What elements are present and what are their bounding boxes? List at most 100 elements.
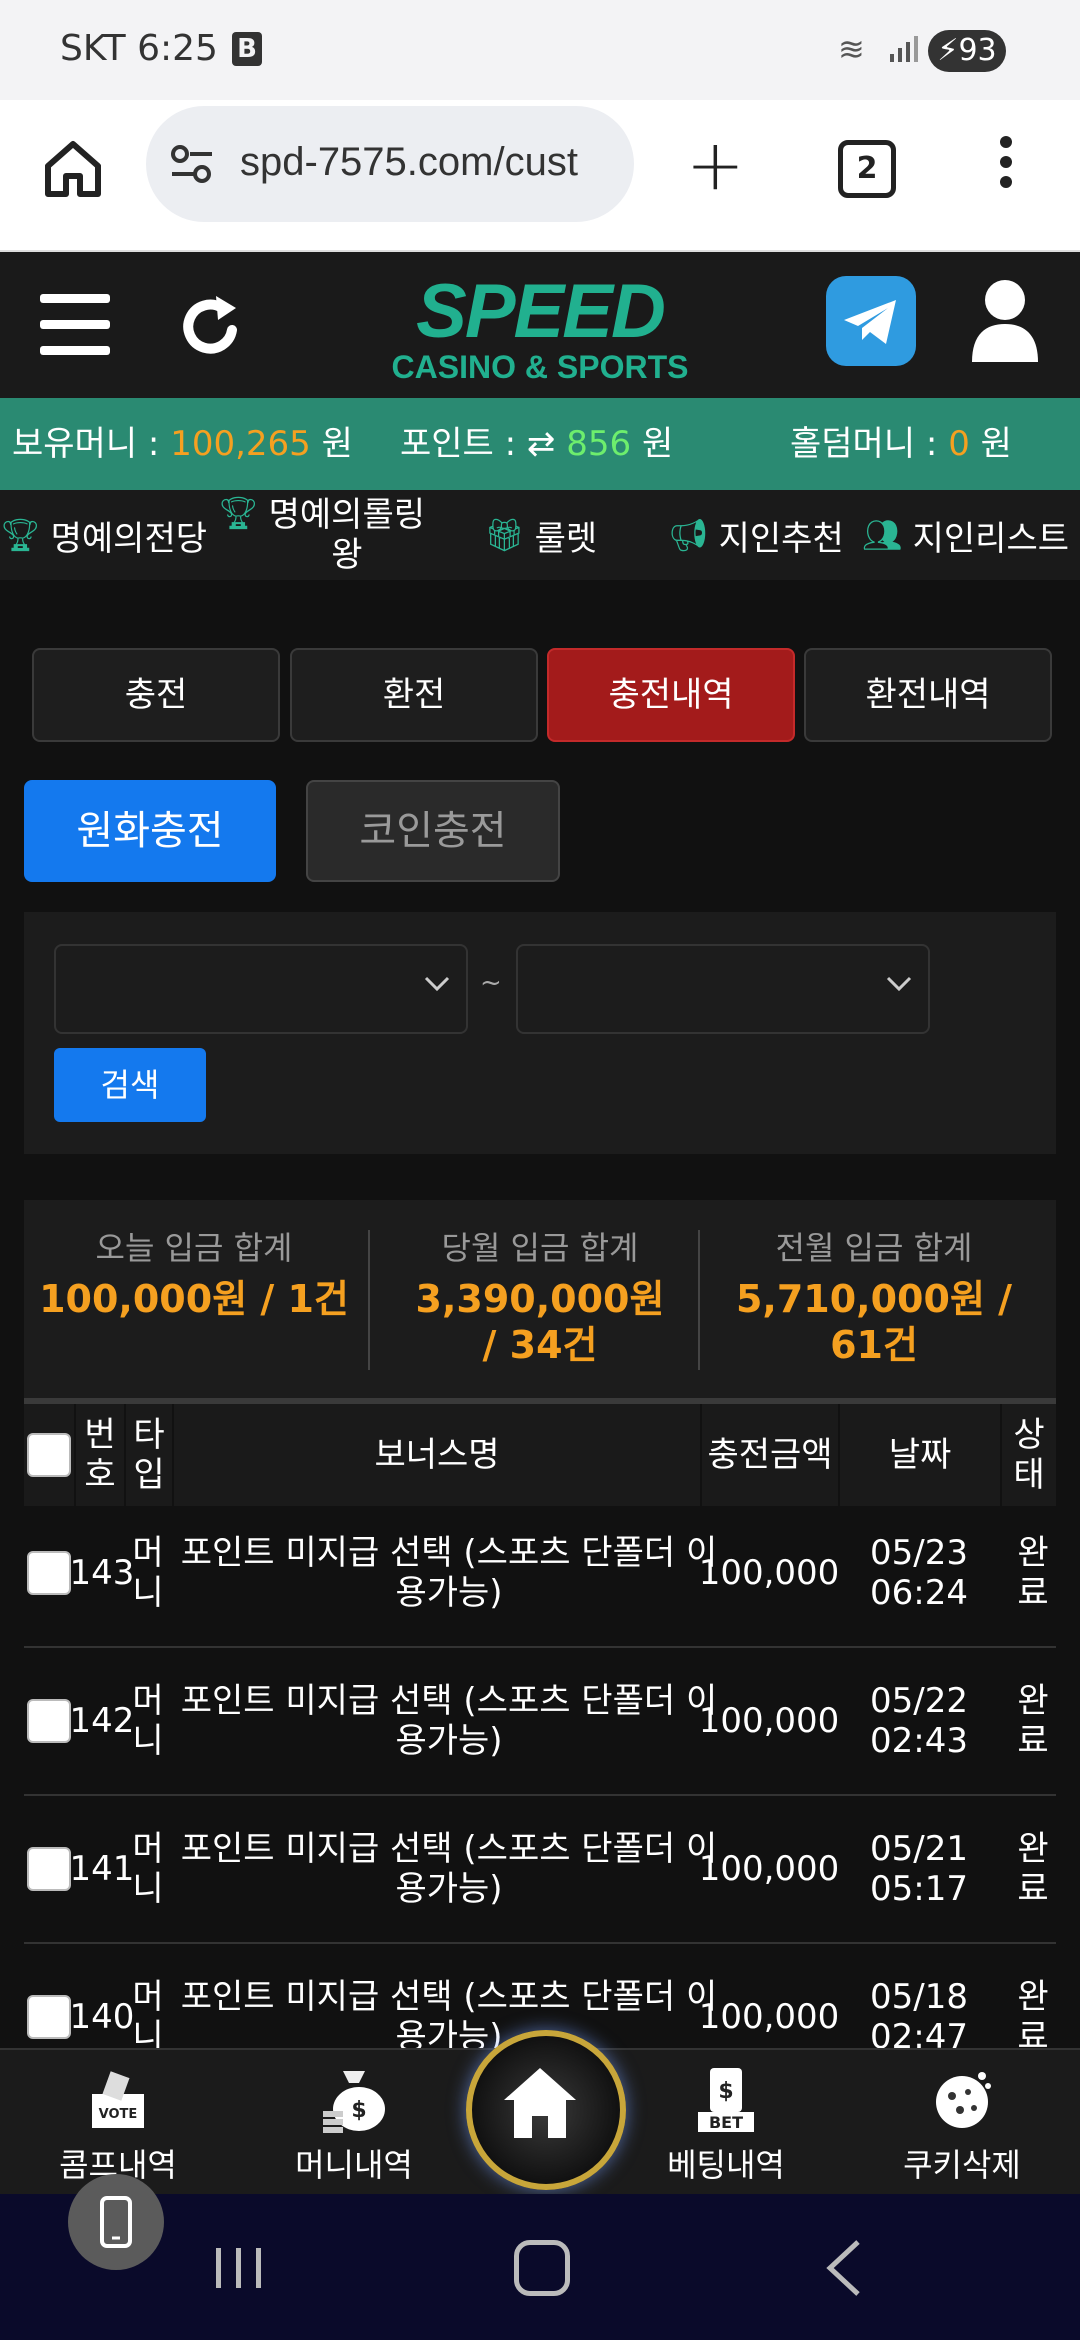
row-amount: 100,000	[698, 1553, 840, 1593]
point-value: 856	[566, 424, 632, 464]
hold-money-unit: 원	[321, 424, 353, 464]
nav-reflist-label: 지인리스트	[912, 518, 1070, 559]
phone-icon	[100, 2196, 132, 2248]
tab-deposit[interactable]: 충전	[32, 648, 280, 742]
point-label: 포인트 :	[400, 424, 517, 464]
bottom-nav-comp[interactable]: VOTE 콤프내역	[28, 2064, 208, 2186]
tab-won-deposit[interactable]: 원화충전	[24, 780, 276, 882]
browser-home-icon[interactable]	[40, 136, 106, 202]
tab-coin-deposit[interactable]: 코인충전	[306, 780, 560, 882]
address-bar[interactable]: spd-7575.com/cust	[146, 106, 634, 222]
point-balance: 포인트 : ⇄ 856 원	[400, 398, 673, 490]
bottom-nav-betting[interactable]: $ BET 베팅내역	[636, 2064, 816, 2186]
new-tab-icon[interactable]: +	[686, 130, 745, 200]
summary-prev-value: 5,710,000원 / 61건	[735, 1277, 1013, 1367]
row-checkbox[interactable]	[27, 1995, 71, 2039]
row-date: 05/21 05:17	[844, 1796, 994, 1942]
bottom-nav-home-button[interactable]	[466, 2030, 626, 2190]
row-status: 완료	[1017, 1533, 1049, 1613]
trophy-icon: 🏆︎	[218, 494, 259, 532]
hold-money: 보유머니 : 100,265 원	[12, 398, 353, 490]
users-icon: 👥︎	[862, 516, 903, 554]
nav-roulette[interactable]: 🎁︎ 룰렛	[484, 490, 597, 580]
row-type: 머니	[132, 1533, 164, 1613]
summary-month-label: 당월 입금 합계	[441, 1229, 639, 1267]
wifi-icon: ≋	[838, 30, 865, 68]
row-checkbox-cell	[24, 1796, 74, 1942]
holdem-label: 홀덤머니 :	[790, 424, 938, 464]
telegram-icon[interactable]	[826, 276, 916, 366]
row-type: 머니	[132, 1977, 164, 2048]
row-checkbox[interactable]	[27, 1699, 71, 1743]
signal-icon	[890, 36, 918, 62]
row-bonus: 포인트 미지급 선택 (스포츠 단폴더 이용가능)	[180, 1533, 718, 1613]
select-all-cell	[24, 1404, 74, 1506]
table-row[interactable]: 142 머니 포인트 미지급 선택 (스포츠 단폴더 이용가능) 100,000…	[24, 1648, 1056, 1796]
summary-prev-label: 전월 입금 합계	[775, 1229, 973, 1267]
row-checkbox[interactable]	[27, 1551, 71, 1595]
b-badge-icon: B	[232, 32, 262, 66]
summary-today: 오늘 입금 합계 100,000원 / 1건	[34, 1226, 354, 1322]
header-type: 타입	[126, 1404, 172, 1506]
summary-today-value: 100,000원 / 1건	[39, 1277, 349, 1321]
row-status: 완료	[1017, 1977, 1049, 2048]
tab-switcher-button[interactable]: 2	[838, 140, 896, 198]
point-exchange-icon[interactable]: ⇄	[527, 424, 556, 464]
nav-honor-hall[interactable]: 🏆︎ 명예의전당	[0, 490, 207, 580]
recent-apps-icon[interactable]	[212, 2244, 266, 2292]
hold-money-value: 100,265	[170, 424, 311, 464]
megaphone-icon: 📢︎	[668, 516, 709, 554]
row-bonus: 포인트 미지급 선택 (스포츠 단폴더 이용가능)	[180, 1681, 718, 1761]
tab-deposit-history[interactable]: 충전내역	[547, 648, 795, 742]
select-all-checkbox[interactable]	[27, 1433, 71, 1477]
system-home-icon[interactable]	[514, 2240, 570, 2296]
user-profile-icon[interactable]	[968, 278, 1042, 362]
table-row[interactable]: 143 머니 포인트 미지급 선택 (스포츠 단폴더 이용가능) 100,000…	[24, 1500, 1056, 1648]
table-row[interactable]: 141 머니 포인트 미지급 선택 (스포츠 단폴더 이용가능) 100,000…	[24, 1796, 1056, 1944]
bottom-nav-cookie[interactable]: 쿠키삭제	[872, 2064, 1052, 2186]
row-no: 141	[69, 1849, 135, 1889]
nav-referral-list[interactable]: 👥︎ 지인리스트	[862, 490, 1069, 580]
url-text[interactable]: spd-7575.com/cust	[240, 140, 620, 185]
refresh-icon[interactable]	[176, 292, 246, 362]
site-nav-menu: 🏆︎ 명예의전당 🏆︎ 명예의롤링 왕 🎁︎ 룰렛 📢︎ 지인추천 👥︎ 지인리…	[0, 490, 1080, 580]
summary-month: 당월 입금 합계 3,390,000원 / 34건	[380, 1226, 700, 1368]
row-no: 142	[69, 1701, 135, 1741]
row-date: 05/18 02:47	[844, 1944, 994, 2048]
row-no: 143	[69, 1553, 135, 1593]
start-date-select[interactable]	[54, 944, 468, 1034]
chevron-down-icon	[886, 976, 912, 992]
row-checkbox[interactable]	[27, 1847, 71, 1891]
nav-honor-rolling[interactable]: 🏆︎ 명예의롤링 왕	[218, 490, 425, 580]
back-icon[interactable]	[824, 2238, 864, 2298]
browser-menu-icon[interactable]	[1000, 136, 1016, 196]
holdem-unit: 원	[980, 424, 1012, 464]
row-date-time: 05:17	[870, 1869, 968, 1909]
row-date-day: 05/21	[870, 1829, 968, 1869]
home-icon	[504, 2068, 576, 2138]
bottom-nav-betting-label: 베팅내역	[667, 2146, 785, 2184]
row-type: 머니	[132, 1681, 164, 1761]
tab-withdraw-history[interactable]: 환전내역	[804, 648, 1052, 742]
tab-withdraw[interactable]: 환전	[290, 648, 538, 742]
site-logo[interactable]: SPEED CASINO & SPORTS	[378, 269, 702, 385]
row-date-time: 06:24	[870, 1573, 968, 1613]
header-amount: 충전금액	[702, 1404, 838, 1506]
row-bonus: 포인트 미지급 선택 (스포츠 단폴더 이용가능)	[180, 1977, 718, 2048]
row-checkbox-cell	[24, 1944, 74, 2048]
row-status: 완료	[1017, 1681, 1049, 1761]
bottom-nav-money[interactable]: $ 머니내역	[264, 2064, 444, 2186]
end-date-select[interactable]	[516, 944, 930, 1034]
site-header: SPEED CASINO & SPORTS	[0, 252, 1080, 398]
hamburger-menu-icon[interactable]	[40, 294, 110, 356]
cookie-icon	[872, 2064, 1052, 2136]
summary-month-value: 3,390,000원 / 34건	[415, 1277, 665, 1367]
row-amount: 100,000	[698, 1849, 840, 1889]
hold-money-label: 보유머니 :	[12, 424, 160, 464]
site-settings-icon[interactable]	[170, 144, 214, 184]
search-button[interactable]: 검색	[54, 1048, 206, 1122]
floating-phone-button[interactable]	[68, 2174, 164, 2270]
logo-main-text: SPEED	[416, 269, 666, 354]
row-date-time: 02:43	[870, 1721, 968, 1761]
nav-referral[interactable]: 📢︎ 지인추천	[668, 490, 844, 580]
